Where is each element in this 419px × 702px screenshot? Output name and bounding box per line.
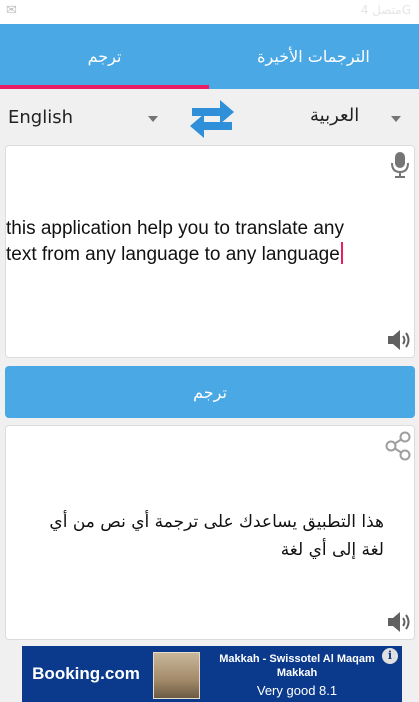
tab-recent-translations[interactable]: الترجمات الأخيرة [209, 24, 418, 89]
text-cursor [340, 242, 343, 264]
translation-result-card: هذا التطبيق يساعدك على ترجمة أي نص من أي… [5, 425, 415, 640]
share-icon[interactable] [384, 431, 412, 461]
microphone-icon[interactable] [390, 151, 410, 179]
tab-translate[interactable]: ترجم [0, 24, 209, 89]
ad-brand-suffix: .com [100, 664, 140, 683]
language-selector-row: English العربية [0, 89, 419, 145]
source-language-label: English [8, 107, 73, 128]
source-text-card: this application help you to translate a… [5, 145, 415, 358]
tab-recent-label: الترجمات الأخيرة [257, 47, 370, 66]
ad-brand-logo: Booking .com [22, 646, 150, 702]
ad-banner[interactable]: Booking .com Makkah - Swissotel Al Maqam … [22, 646, 402, 702]
tab-bar: ترجم الترجمات الأخيرة [0, 24, 419, 89]
tab-translate-label: ترجم [87, 47, 122, 66]
status-text: متصل 4G [360, 3, 411, 17]
source-text-value: this application help you to translate a… [6, 218, 344, 265]
swap-languages-icon[interactable] [188, 96, 236, 142]
info-icon[interactable]: i [382, 648, 398, 664]
target-language-label: العربية [310, 105, 360, 126]
speaker-icon[interactable] [387, 328, 413, 352]
dropdown-caret-icon [391, 116, 401, 122]
speaker-icon[interactable] [387, 610, 413, 634]
translate-button[interactable]: ترجم [5, 366, 415, 418]
translated-text: هذا التطبيق يساعدك على ترجمة أي نص من أي… [49, 512, 384, 560]
source-text-input[interactable]: this application help you to translate a… [6, 216, 366, 268]
ad-brand-name: Booking [32, 664, 101, 683]
status-bar: ✉ متصل 4G [0, 0, 419, 24]
dropdown-caret-icon [148, 116, 158, 122]
ad-rating: Very good 8.1 [256, 683, 338, 698]
translate-button-label: ترجم [193, 382, 227, 402]
notification-icon: ✉ [6, 3, 17, 18]
ad-hotel-image [153, 652, 200, 699]
ad-title: Makkah - Swissotel Al Maqam Makkah [219, 653, 375, 679]
